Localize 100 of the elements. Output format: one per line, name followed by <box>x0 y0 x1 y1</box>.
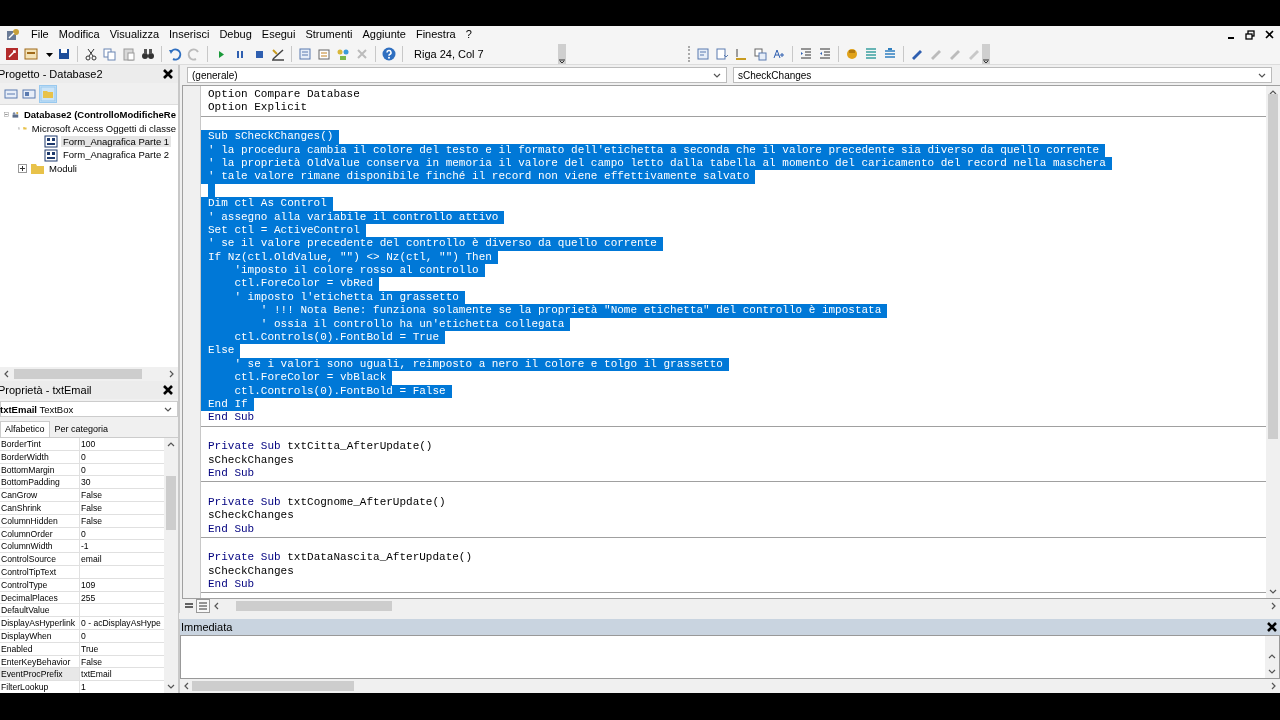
scrollbar-thumb[interactable] <box>236 601 392 611</box>
menu-item[interactable]: File <box>26 27 54 42</box>
menu-item[interactable]: Debug <box>214 27 257 42</box>
menu-item[interactable]: Inserisci <box>164 27 215 42</box>
tab[interactable]: Alfabetico <box>0 421 50 437</box>
tree-item[interactable]: Database2 (ControlloModificheRe <box>21 109 178 121</box>
property-value[interactable]: False <box>80 655 102 668</box>
property-value[interactable]: 100 <box>80 438 96 450</box>
cursor-position: Riga 24, Col 7 <box>413 46 485 62</box>
property-value[interactable]: 255 <box>80 591 96 604</box>
property-value[interactable]: False <box>80 502 102 514</box>
vertical-scrollbar[interactable] <box>164 438 178 693</box>
code-line: Private Sub txtCitta_AfterUpdate() <box>207 440 434 454</box>
close-icon[interactable] <box>162 384 174 396</box>
property-value[interactable]: True <box>80 642 99 655</box>
property-name[interactable]: ColumnHidden <box>0 514 79 527</box>
code-line: End Sub <box>207 522 256 536</box>
tree-item[interactable]: Form_Anagrafica Parte 2 <box>61 149 172 161</box>
close-icon[interactable] <box>1265 30 1274 39</box>
restore-icon[interactable] <box>1245 29 1255 40</box>
property-value[interactable]: 109 <box>80 578 96 591</box>
code-line: End Sub <box>207 578 256 592</box>
tree-item[interactable]: Moduli <box>47 162 79 174</box>
form-icon <box>44 134 58 149</box>
property-name[interactable]: ColumnWidth <box>0 540 79 553</box>
property-name[interactable]: DecimalPlaces <box>0 591 79 604</box>
menu-item[interactable]: Modifica <box>53 27 105 42</box>
property-value[interactable]: 0 <box>80 629 86 642</box>
comment-block-icon[interactable] <box>863 45 879 62</box>
property-value[interactable]: 30 <box>80 476 91 489</box>
toolbar-options-icon[interactable] <box>558 43 566 64</box>
tab[interactable]: Per categoria <box>49 421 114 437</box>
scrollbar-thumb[interactable] <box>192 681 354 691</box>
menu-item[interactable]: Visualizza <box>104 27 165 42</box>
code-line: End Sub <box>207 466 256 481</box>
menu-item[interactable]: Strumenti <box>300 27 358 42</box>
property-name[interactable]: DefaultValue <box>0 604 79 617</box>
property-name[interactable]: DisplayWhen <box>0 629 79 642</box>
view-object-icon[interactable] <box>4 45 20 62</box>
property-value[interactable]: 0 - acDisplayAsHype <box>80 617 161 629</box>
expand-icon[interactable] <box>18 163 27 173</box>
outdent-icon[interactable] <box>817 45 833 62</box>
code-line: sCheckChanges <box>207 564 295 579</box>
property-value[interactable]: -1 <box>80 540 89 553</box>
code-editor[interactable] <box>201 86 1266 598</box>
scrollbar-thumb[interactable] <box>1268 94 1278 439</box>
property-name[interactable]: BorderWidth <box>0 450 79 463</box>
property-value[interactable]: 0 <box>80 450 86 463</box>
code-line: sCheckChanges <box>207 453 295 467</box>
panel-title: Immediata <box>181 621 233 633</box>
property-name[interactable]: BottomMargin <box>0 463 79 476</box>
indent-icon[interactable] <box>798 45 814 62</box>
property-name[interactable]: CanGrow <box>0 489 79 501</box>
property-name[interactable]: FilterLookup <box>0 681 79 693</box>
procedure-dropdown[interactable]: sCheckChanges <box>733 67 1272 83</box>
form-icon[interactable] <box>23 45 39 62</box>
property-name[interactable]: EnterKeyBehavior <box>0 655 79 668</box>
code-line: sCheckChanges <box>207 509 295 523</box>
object-dropdown[interactable]: (generale) <box>187 67 727 83</box>
parameter-info-icon[interactable] <box>752 45 768 62</box>
procedure-view-icon[interactable] <box>196 599 210 613</box>
code-line: Private Sub txtCognome_AfterUpdate() <box>207 495 447 510</box>
menu-item[interactable]: Aggiunte <box>357 27 411 42</box>
list-constants-icon[interactable] <box>714 45 730 62</box>
menu-item[interactable]: Esegui <box>256 27 301 42</box>
property-value[interactable]: txtEmail <box>80 668 112 681</box>
scrollbar-thumb[interactable] <box>14 369 142 379</box>
close-icon[interactable] <box>162 68 174 80</box>
close-icon[interactable] <box>1266 621 1278 633</box>
menu-item[interactable]: ? <box>460 27 477 42</box>
property-name[interactable]: BottomPadding <box>0 476 79 489</box>
property-name[interactable]: ColumnOrder <box>0 527 79 540</box>
property-name[interactable]: ControlType <box>0 578 79 591</box>
object-dropdown[interactable]: txtEmail TextBox <box>0 401 178 417</box>
property-name[interactable]: BorderTint <box>0 438 79 450</box>
menu-item[interactable]: Finestra <box>410 27 461 42</box>
scrollbar-thumb[interactable] <box>166 476 176 530</box>
vertical-scrollbar[interactable] <box>1265 636 1279 678</box>
property-name[interactable]: DisplayAsHyperlink <box>0 617 79 629</box>
property-value[interactable]: False <box>80 489 102 501</box>
help-icon[interactable] <box>381 45 397 62</box>
property-name[interactable]: Enabled <box>0 642 79 655</box>
property-name[interactable]: ControlSource <box>0 553 79 565</box>
property-name[interactable]: EventProcPrefix <box>0 668 79 681</box>
form-icon <box>44 147 58 162</box>
property-value[interactable]: False <box>80 514 102 527</box>
property-value[interactable]: 0 <box>80 463 86 476</box>
code-line: Private Sub txtDataNascita_AfterUpdate() <box>207 551 474 565</box>
property-name[interactable]: ControlTipText <box>0 565 79 578</box>
toolbar-options-icon[interactable] <box>982 43 990 64</box>
tree-item[interactable]: Microsoft Access Oggetti di classe <box>29 122 178 134</box>
code-line: End Sub <box>207 411 256 425</box>
tree-item[interactable]: Form_Anagrafica Parte 1 <box>61 135 172 147</box>
property-value[interactable]: 1 <box>80 681 86 693</box>
property-value[interactable]: email <box>80 553 102 565</box>
code-line: Option Compare Database <box>207 88 361 102</box>
property-value[interactable]: 0 <box>80 527 86 540</box>
view-object-icon[interactable] <box>22 86 36 101</box>
app-icon[interactable] <box>6 28 20 41</box>
property-name[interactable]: CanShrink <box>0 502 79 514</box>
